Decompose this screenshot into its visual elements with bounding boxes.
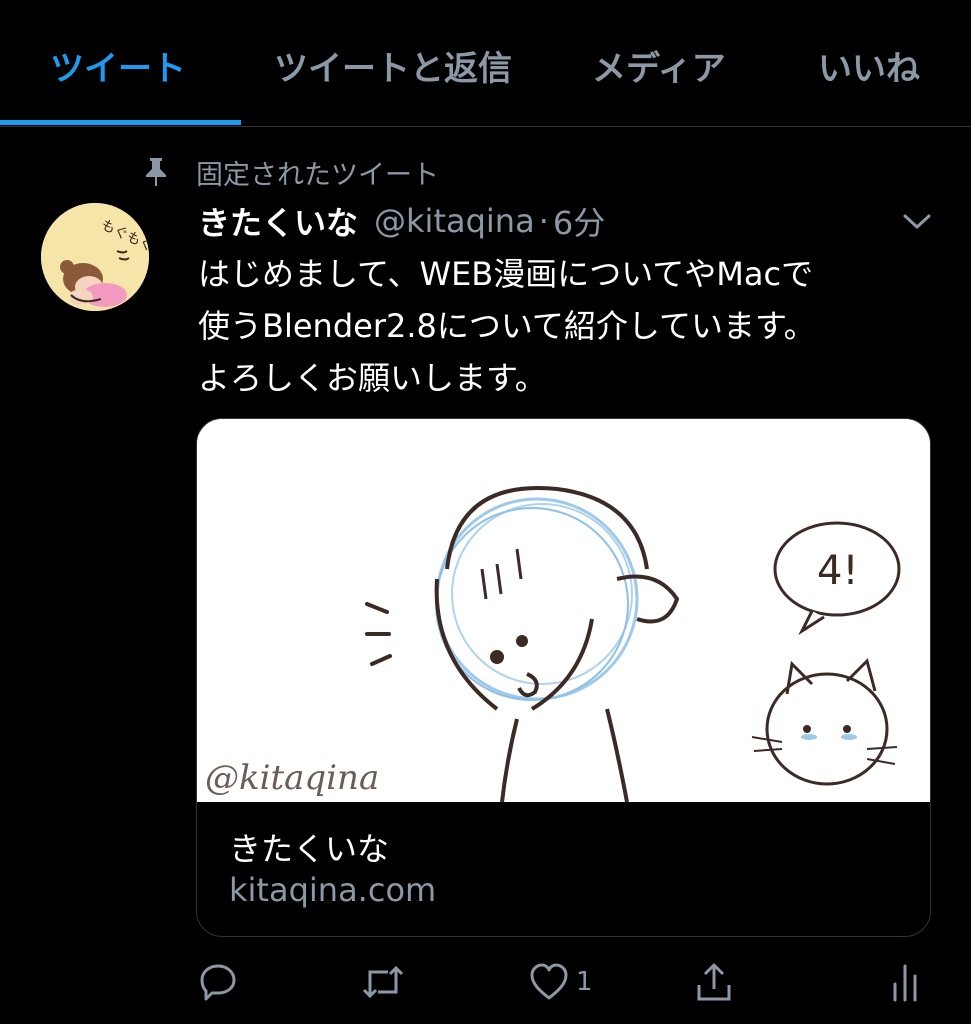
heart-icon — [530, 963, 568, 1000]
like-button[interactable]: 1 — [528, 960, 593, 1004]
analytics-button[interactable] — [890, 960, 920, 1004]
tweet-actions: 1 — [0, 950, 971, 1010]
display-name[interactable]: きたくいな — [198, 198, 358, 244]
tab-tweets[interactable]: ツイート — [50, 44, 186, 94]
share-button[interactable] — [694, 960, 734, 1004]
tweet-header: きたくいな @kitaqina · 6分 — [198, 196, 605, 246]
card-title: きたくいな — [229, 830, 390, 868]
active-tab-indicator — [0, 120, 241, 125]
tweet-time[interactable]: 6分 — [553, 198, 605, 244]
tweet-text: はじめまして、WEB漫画についてやMacで 使うBlender2.8について紹介… — [198, 248, 938, 404]
pin-icon — [146, 158, 166, 186]
avatar[interactable]: もぐもぐ — [41, 203, 149, 311]
bubble-text: 4! — [817, 548, 858, 594]
tab-tweets-and-replies[interactable]: ツイートと返信 — [274, 44, 512, 94]
avatar-illustration: もぐもぐ — [41, 203, 149, 311]
user-handle[interactable]: @kitaqina — [374, 202, 535, 240]
card-image[interactable]: 4! @kitaqina — [197, 419, 930, 803]
link-card[interactable]: 4! @kitaqina きたくいな kitaqina.com — [196, 418, 931, 937]
pinned-label: 固定されたツイート — [196, 159, 439, 191]
card-illustration: 4! @kitaqina — [197, 419, 930, 803]
tab-media[interactable]: メディア — [592, 44, 726, 94]
card-domain: kitaqina.com — [229, 871, 437, 909]
like-count: 1 — [576, 967, 593, 997]
reply-button[interactable] — [198, 960, 238, 1004]
profile-tabs: ツイート ツイートと返信 メディア いいね — [0, 0, 971, 127]
pinned-indicator: 固定されたツイート — [142, 152, 439, 192]
separator-dot: · — [538, 202, 549, 240]
analytics-icon — [893, 964, 917, 1002]
tab-likes[interactable]: いいね — [818, 44, 920, 94]
retweet-button[interactable] — [360, 960, 406, 1004]
share-icon — [697, 963, 731, 1001]
reply-icon — [200, 964, 236, 1001]
retweet-icon — [362, 965, 404, 999]
tweet-text-line: よろしくお願いします。 — [198, 359, 547, 397]
chevron-down-icon[interactable] — [900, 206, 934, 236]
image-watermark: @kitaqina — [205, 758, 379, 798]
tweet-text-line: 使うBlender2.8について紹介しています。 — [198, 307, 816, 345]
tweet-text-line: はじめまして、WEB漫画についてやMacで — [198, 255, 814, 293]
